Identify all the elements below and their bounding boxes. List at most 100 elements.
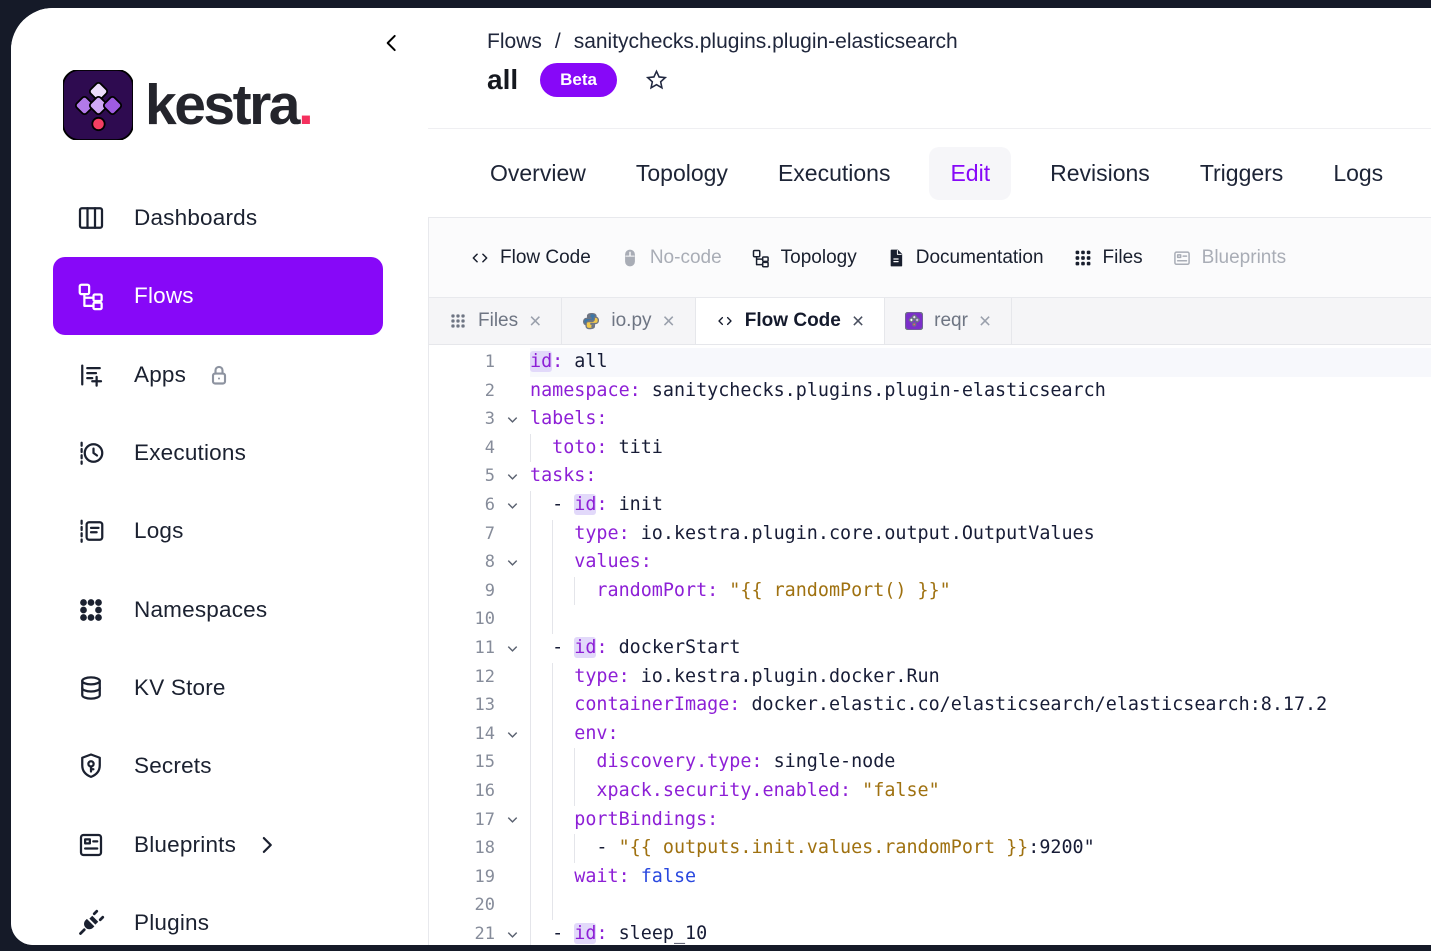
- sidebar-item-namespaces[interactable]: Namespaces: [53, 571, 383, 649]
- fold-chevron-icon[interactable]: [495, 634, 530, 663]
- sidebar-item-kv-store[interactable]: KV Store: [53, 649, 383, 727]
- sidebar-item-label: Blueprints: [134, 832, 236, 858]
- lock-icon: [204, 360, 234, 390]
- sidebar-item-apps[interactable]: Apps: [53, 336, 383, 414]
- code-line: 14env:: [429, 720, 1431, 749]
- tab-triggers[interactable]: Triggers: [1200, 160, 1284, 187]
- line-number: 12: [429, 663, 495, 692]
- code-line: 17portBindings:: [429, 806, 1431, 835]
- code-line-content: - id: dockerStart: [530, 634, 1431, 663]
- breadcrumb: Flows / sanitychecks.plugins.plugin-elas…: [487, 30, 958, 54]
- kestra-logo-icon: [63, 70, 133, 140]
- editor-tab-io-py[interactable]: io.py ×: [562, 298, 695, 344]
- toolbar-item-no-code[interactable]: No-code: [620, 247, 722, 269]
- fold-chevron-icon[interactable]: [495, 491, 530, 520]
- toolbar-item-topology[interactable]: Topology: [751, 247, 857, 269]
- tab-topology[interactable]: Topology: [636, 160, 728, 187]
- fold-chevron-icon[interactable]: [495, 720, 530, 749]
- close-icon[interactable]: ×: [529, 311, 541, 332]
- plugins-icon: [76, 908, 106, 938]
- close-icon[interactable]: ×: [663, 311, 675, 332]
- code-line: 18- "{{ outputs.init.values.randomPort }…: [429, 834, 1431, 863]
- line-number: 3: [429, 405, 495, 434]
- fold-chevron-icon[interactable]: [495, 405, 530, 434]
- toolbar-item-blueprints[interactable]: Blueprints: [1172, 247, 1287, 269]
- code-line: 7type: io.kestra.plugin.core.output.Outp…: [429, 520, 1431, 549]
- sidebar-item-blueprints[interactable]: Blueprints: [53, 806, 383, 884]
- editor-tab-label: io.py: [611, 310, 651, 332]
- tab-revisions[interactable]: Revisions: [1050, 160, 1150, 187]
- code-line-content: containerImage: docker.elastic.co/elasti…: [530, 691, 1431, 720]
- code-line: 20: [429, 891, 1431, 920]
- logs-icon: [76, 516, 106, 546]
- brand-wordmark: kestra.: [145, 72, 311, 138]
- toolbar-item-documentation[interactable]: Documentation: [886, 247, 1044, 269]
- fold-spacer: [495, 834, 530, 863]
- fold-spacer: [495, 434, 530, 463]
- code-line-content: tasks:: [530, 462, 1431, 491]
- indent-guide: [552, 720, 574, 749]
- toolbar-item-flow-code[interactable]: Flow Code: [470, 247, 591, 269]
- code-line: 2namespace: sanitychecks.plugins.plugin-…: [429, 377, 1431, 406]
- sidebar-item-label: Dashboards: [134, 205, 257, 231]
- grid-dots-icon: [1073, 248, 1093, 268]
- sidebar-item-logs[interactable]: Logs: [53, 492, 383, 570]
- indent-guide: [574, 777, 596, 806]
- code-line: 9randomPort: "{{ randomPort() }}": [429, 577, 1431, 606]
- indent-guide: [552, 863, 574, 892]
- code-line-content: xpack.security.enabled: "false": [530, 777, 1431, 806]
- code-line-content: wait: false: [530, 863, 1431, 892]
- toolbar-item-label: Topology: [781, 247, 857, 269]
- line-number: 16: [429, 777, 495, 806]
- sidebar-item-dashboards[interactable]: Dashboards: [53, 179, 383, 257]
- code-line: 12type: io.kestra.plugin.docker.Run: [429, 663, 1431, 692]
- sidebar-item-executions[interactable]: Executions: [53, 414, 383, 492]
- breadcrumb-root[interactable]: Flows: [487, 30, 542, 54]
- close-icon[interactable]: ×: [852, 311, 864, 332]
- line-number: 5: [429, 462, 495, 491]
- code-line-content: env:: [530, 720, 1431, 749]
- editor-tab-label: reqr: [934, 310, 968, 332]
- collapse-sidebar-icon[interactable]: [379, 30, 405, 56]
- editor-tab-reqr[interactable]: reqr ×: [885, 298, 1012, 344]
- fold-spacer: [495, 777, 530, 806]
- star-icon[interactable]: [644, 68, 669, 93]
- code-line-content: id: all: [530, 348, 1431, 377]
- line-number: 7: [429, 520, 495, 549]
- fold-chevron-icon[interactable]: [495, 806, 530, 835]
- code-line-content: discovery.type: single-node: [530, 748, 1431, 777]
- sidebar-item-secrets[interactable]: Secrets: [53, 727, 383, 805]
- fold-spacer: [495, 377, 530, 406]
- tab-logs[interactable]: Logs: [1333, 160, 1383, 187]
- kestra-mini-icon: [905, 312, 923, 330]
- editor-tab-files[interactable]: Files×: [429, 298, 562, 344]
- indent-guide: [552, 777, 574, 806]
- tab-overview[interactable]: Overview: [490, 160, 586, 187]
- tab-edit[interactable]: Edit: [929, 147, 1011, 200]
- topology-icon: [751, 248, 771, 268]
- code-line-content: [530, 891, 1431, 920]
- code-icon: [716, 312, 734, 330]
- sidebar-item-plugins[interactable]: Plugins: [53, 884, 383, 945]
- editor-tab-flow-code[interactable]: Flow Code×: [696, 298, 885, 344]
- indent-guide: [530, 663, 552, 692]
- fold-chevron-icon[interactable]: [495, 920, 530, 945]
- kestra-logo[interactable]: kestra.: [63, 70, 311, 140]
- tab-executions[interactable]: Executions: [778, 160, 891, 187]
- code-line: 5 tasks:: [429, 462, 1431, 491]
- title-row: all Beta: [487, 60, 669, 100]
- line-number: 4: [429, 434, 495, 463]
- sidebar-item-flows[interactable]: Flows: [53, 257, 383, 335]
- sidebar-item-label: Executions: [134, 440, 246, 466]
- toolbar-item-label: Flow Code: [500, 247, 591, 269]
- indent-guide: [552, 691, 574, 720]
- code-line-content: [530, 605, 1431, 634]
- close-icon[interactable]: ×: [979, 311, 991, 332]
- code-line-content: portBindings:: [530, 806, 1431, 835]
- code-line-content: labels:: [530, 405, 1431, 434]
- code-editor[interactable]: 1id: all2namespace: sanitychecks.plugins…: [428, 345, 1431, 945]
- fold-chevron-icon[interactable]: [495, 548, 530, 577]
- code-line: 19wait: false: [429, 863, 1431, 892]
- fold-chevron-icon[interactable]: [495, 462, 530, 491]
- toolbar-item-files[interactable]: Files: [1073, 247, 1143, 269]
